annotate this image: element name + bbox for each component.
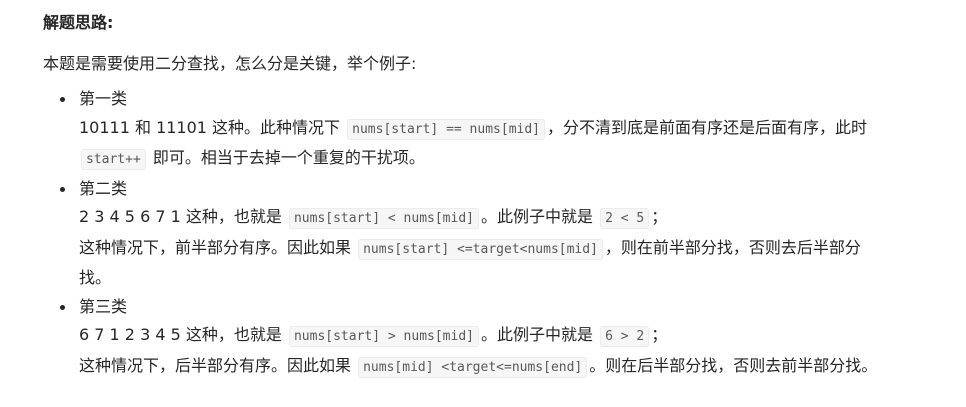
list-item-case-1: 第一类 10111 和 11101 这种。此种情况下 nums[start] =… — [60, 85, 883, 175]
case-text: 。此例子中就是 — [480, 325, 593, 344]
inline-code: nums[start] > nums[mid] — [288, 326, 479, 347]
case-title: 第三类 — [79, 296, 128, 316]
case-text: 10111 和 11101 这种。此种情况下 — [79, 117, 341, 137]
case-text: 2 3 4 5 6 7 1 这种，也就是 — [79, 207, 282, 226]
bullet-icon — [60, 186, 65, 192]
case-description: 2 3 4 5 6 7 1 这种，也就是 nums[start] < nums[… — [79, 203, 883, 234]
case-title: 第一类 — [79, 89, 128, 108]
case-text: 这种情况下，前半部分有序。因此如果 — [79, 237, 352, 257]
case-list: 第一类 10111 和 11101 这种。此种情况下 nums[start] =… — [43, 85, 883, 382]
case-description: 这种情况下，后半部分有序。因此如果 nums[mid] <target<=num… — [79, 352, 883, 383]
case-title: 第二类 — [79, 178, 128, 198]
case-text: ； — [651, 207, 668, 226]
case-text: 这种情况下，后半部分有序。因此如果 — [79, 355, 352, 375]
case-description: 6 7 1 2 3 4 5 这种，也就是 nums[start] > nums[… — [79, 321, 883, 352]
list-item-case-2: 第二类 2 3 4 5 6 7 1 这种，也就是 nums[start] < n… — [60, 175, 883, 293]
section-heading: 解题思路: — [43, 13, 114, 32]
case-description: 这种情况下，前半部分有序。因此如果 nums[start] <=target<n… — [79, 234, 883, 293]
list-item-case-3: 第三类 6 7 1 2 3 4 5 这种，也就是 nums[start] > n… — [60, 293, 883, 383]
inline-code: nums[mid] <target<=nums[end] — [358, 356, 588, 378]
case-text: 。则在后半部分找，否则去前半部分找。 — [589, 355, 878, 375]
inline-code: 6 > 2 — [600, 326, 650, 347]
case-text: 。此例子中就是 — [480, 207, 593, 226]
inline-code: nums[start] < nums[mid] — [288, 208, 479, 229]
inline-code: 2 < 5 — [600, 208, 650, 229]
bullet-icon — [60, 97, 65, 102]
case-text: ，分不清到底是前面有序还是后面有序，此时 — [547, 117, 868, 137]
bullet-icon — [60, 304, 65, 310]
case-text: ； — [651, 325, 668, 344]
inline-code: nums[start] <=target<nums[mid] — [358, 238, 603, 260]
case-text: 即可。相当于去掉一个重复的干扰项。 — [152, 148, 425, 167]
case-text: 6 7 1 2 3 4 5 这种，也就是 — [79, 325, 282, 344]
inline-code: start++ — [81, 149, 146, 170]
case-description: 10111 和 11101 这种。此种情况下 nums[start] == nu… — [79, 114, 883, 175]
inline-code: nums[start] == nums[mid] — [347, 118, 545, 140]
solution-document: 解题思路: 本题是需要使用二分查找，怎么分是关键，举个例子: 第一类 10111… — [43, 9, 883, 382]
intro-text: 本题是需要使用二分查找，怎么分是关键，举个例子: — [43, 54, 417, 73]
